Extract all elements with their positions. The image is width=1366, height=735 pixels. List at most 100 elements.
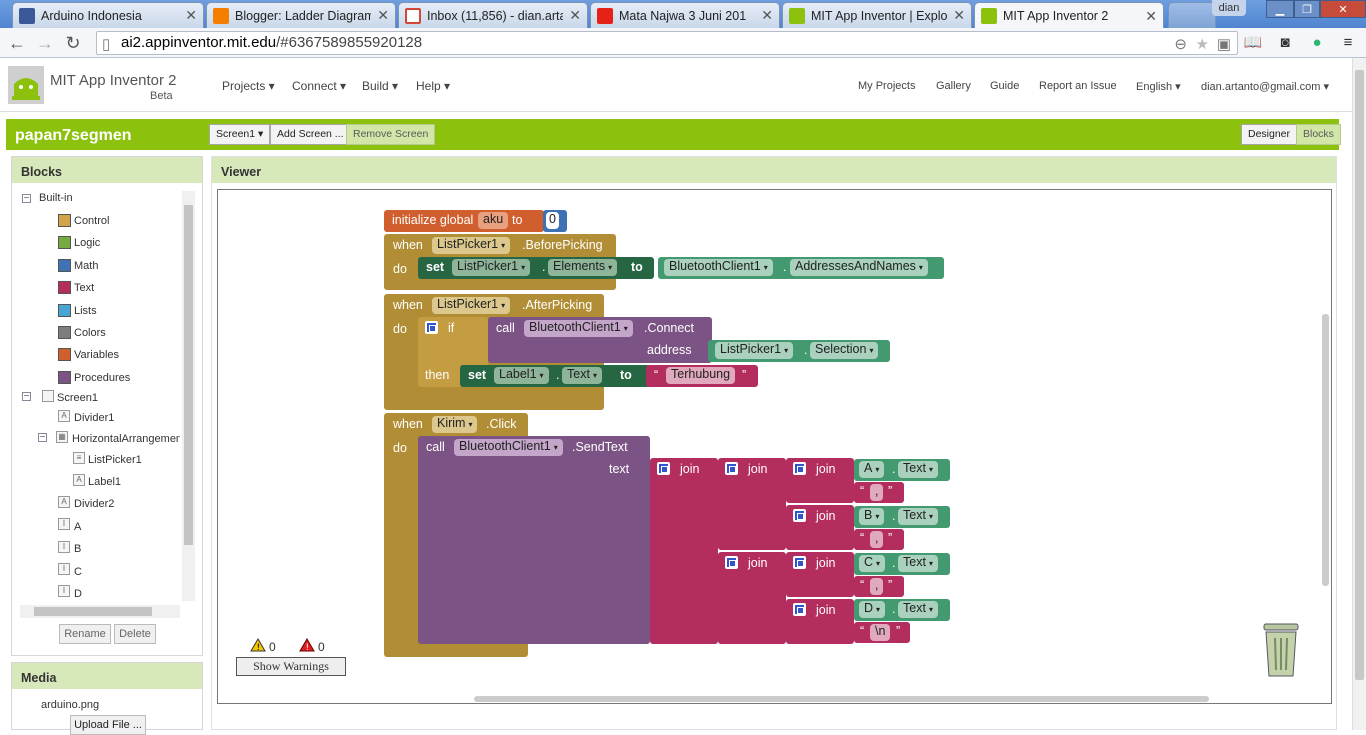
join-block[interactable]: join — [786, 505, 854, 550]
component-horizontalarrangement[interactable]: HorizontalArrangemen — [72, 433, 180, 445]
component-dropdown[interactable]: ListPicker1 ▾ — [452, 259, 531, 276]
text-string-block[interactable]: “ Terhubung ” — [646, 365, 758, 387]
property-dropdown[interactable]: Text ▾ — [562, 367, 602, 384]
screen1-node[interactable]: Screen1 — [57, 392, 98, 404]
menu-my-projects[interactable]: My Projects — [858, 80, 915, 92]
extension-icon[interactable]: ▣ — [1217, 34, 1231, 56]
join-block[interactable]: join — [786, 458, 854, 503]
menu-report-issue[interactable]: Report an Issue — [1039, 80, 1117, 92]
component-dropdown[interactable]: Kirim ▾ — [432, 416, 478, 433]
browser-tab-blogger[interactable]: Blogger: Ladder Diagram ✕ — [206, 2, 396, 28]
component-a[interactable]: A — [74, 521, 81, 533]
component-label1[interactable]: Label1 — [88, 476, 121, 488]
component-d[interactable]: D — [74, 588, 82, 600]
zoom-icon[interactable]: ⊖ — [1174, 34, 1187, 56]
string-value[interactable]: , — [870, 578, 884, 595]
mutator-gear-icon[interactable] — [425, 321, 438, 334]
property-dropdown[interactable]: AddressesAndNames ▾ — [790, 259, 928, 276]
textbox-b-text-block[interactable]: B ▾ . Text ▾ — [854, 506, 950, 528]
menu-build[interactable]: Build ▾ — [362, 79, 398, 93]
string-value[interactable]: Terhubung — [666, 367, 736, 384]
builtin-node[interactable]: Built-in — [39, 192, 73, 204]
collapse-icon[interactable]: − — [38, 433, 47, 443]
property-dropdown[interactable]: Text ▾ — [898, 601, 938, 618]
join-block[interactable]: join — [718, 552, 786, 644]
blocks-button[interactable]: Blocks — [1296, 124, 1341, 145]
component-dropdown[interactable]: Label1 ▾ — [494, 367, 549, 384]
grammarly-icon[interactable]: ● — [1307, 33, 1327, 53]
bookmark-star-icon[interactable]: ★ — [1196, 34, 1209, 56]
menu-projects[interactable]: Projects ▾ — [222, 79, 275, 93]
category-text[interactable]: Text — [74, 282, 94, 294]
collapse-icon[interactable]: − — [22, 392, 31, 402]
back-icon[interactable]: ← — [6, 32, 28, 54]
rename-button[interactable]: Rename — [59, 624, 111, 644]
browser-tab-arduino[interactable]: Arduino Indonesia ✕ — [12, 2, 204, 28]
close-icon[interactable]: ✕ — [185, 7, 197, 24]
property-dropdown[interactable]: Text ▾ — [898, 508, 938, 525]
component-listpicker1[interactable]: ListPicker1 — [88, 454, 142, 466]
component-dropdown[interactable]: A ▾ — [859, 461, 885, 478]
mutator-gear-icon[interactable] — [793, 603, 806, 616]
join-block[interactable]: join — [786, 599, 854, 644]
tree-hscrollbar[interactable] — [20, 605, 180, 618]
textbox-a-text-block[interactable]: A ▾ . Text ▾ — [854, 459, 950, 481]
category-procedures[interactable]: Procedures — [74, 372, 130, 384]
set-listpicker-elements-block[interactable]: set ListPicker1 ▾ . Elements ▾ to — [418, 257, 654, 279]
component-dropdown[interactable]: ListPicker1 ▾ — [432, 237, 511, 254]
trash-icon[interactable] — [1258, 620, 1304, 680]
component-dropdown[interactable]: D ▾ — [859, 601, 886, 618]
window-close-icon[interactable]: ✕ — [1320, 0, 1366, 18]
tree-hscrollbar-thumb[interactable] — [34, 607, 152, 616]
upload-file-button[interactable]: Upload File ... — [70, 715, 146, 735]
screen-selector[interactable]: Screen1 ▾ — [209, 124, 271, 145]
menu-connect[interactable]: Connect ▾ — [292, 79, 346, 93]
variable-name[interactable]: aku — [478, 212, 509, 229]
category-control[interactable]: Control — [74, 215, 109, 227]
menu-help[interactable]: Help ▾ — [416, 79, 450, 93]
text-comma-block[interactable]: “ , ” — [854, 576, 904, 597]
text-newline-block[interactable]: “ \n ” — [854, 622, 910, 643]
property-dropdown[interactable]: Elements ▾ — [548, 259, 618, 276]
string-value[interactable]: , — [870, 531, 884, 548]
component-dropdown[interactable]: BluetoothClient1 ▾ — [454, 439, 563, 456]
reader-icon[interactable]: 📖 — [1243, 33, 1263, 53]
media-file[interactable]: arduino.png — [41, 699, 99, 711]
mutator-gear-icon[interactable] — [793, 462, 806, 475]
category-colors[interactable]: Colors — [74, 327, 106, 339]
page-scrollbar[interactable] — [1352, 58, 1366, 730]
initialize-global-block[interactable]: initialize global aku to 0 — [384, 210, 567, 232]
delete-button[interactable]: Delete — [114, 624, 156, 644]
mutator-gear-icon[interactable] — [793, 556, 806, 569]
component-dropdown[interactable]: ListPicker1 ▾ — [432, 297, 511, 314]
text-comma-block[interactable]: “ , ” — [854, 482, 904, 503]
workspace-vscrollbar[interactable] — [1322, 314, 1329, 586]
category-logic[interactable]: Logic — [74, 237, 100, 249]
remove-screen-button[interactable]: Remove Screen — [346, 124, 436, 145]
menu-icon[interactable]: ≡ — [1338, 33, 1358, 53]
call-bluetooth-sendtext-block[interactable]: call BluetoothClient1 ▾ .SendText text — [418, 436, 650, 644]
menu-language[interactable]: English ▾ — [1136, 80, 1181, 93]
mutator-gear-icon[interactable] — [657, 462, 670, 475]
reload-icon[interactable]: ↻ — [62, 32, 84, 54]
browser-tab-appinventor-explore[interactable]: MIT App Inventor | Explor ✕ — [782, 2, 972, 28]
component-dropdown[interactable]: BluetoothClient1 ▾ — [524, 320, 633, 337]
maximize-icon[interactable]: ❐ — [1294, 0, 1320, 18]
glasses-icon[interactable]: ◙ — [1275, 33, 1295, 53]
component-divider2[interactable]: Divider2 — [74, 498, 114, 510]
close-icon[interactable]: ✕ — [761, 7, 773, 24]
tree-vscrollbar[interactable] — [182, 191, 195, 601]
mutator-gear-icon[interactable] — [725, 556, 738, 569]
math-number-block[interactable]: 0 — [543, 210, 567, 232]
property-dropdown[interactable]: Selection ▾ — [810, 342, 879, 359]
workspace-hscrollbar[interactable] — [474, 696, 1209, 702]
component-dropdown[interactable]: C ▾ — [859, 555, 886, 572]
join-block[interactable]: join — [650, 458, 718, 644]
category-lists[interactable]: Lists — [74, 305, 97, 317]
join-block[interactable]: join — [786, 552, 854, 597]
close-icon[interactable]: ✕ — [953, 7, 965, 24]
text-comma-block[interactable]: “ , ” — [854, 529, 904, 550]
component-c[interactable]: C — [74, 566, 82, 578]
property-dropdown[interactable]: Text ▾ — [898, 461, 938, 478]
property-dropdown[interactable]: Text ▾ — [898, 555, 938, 572]
